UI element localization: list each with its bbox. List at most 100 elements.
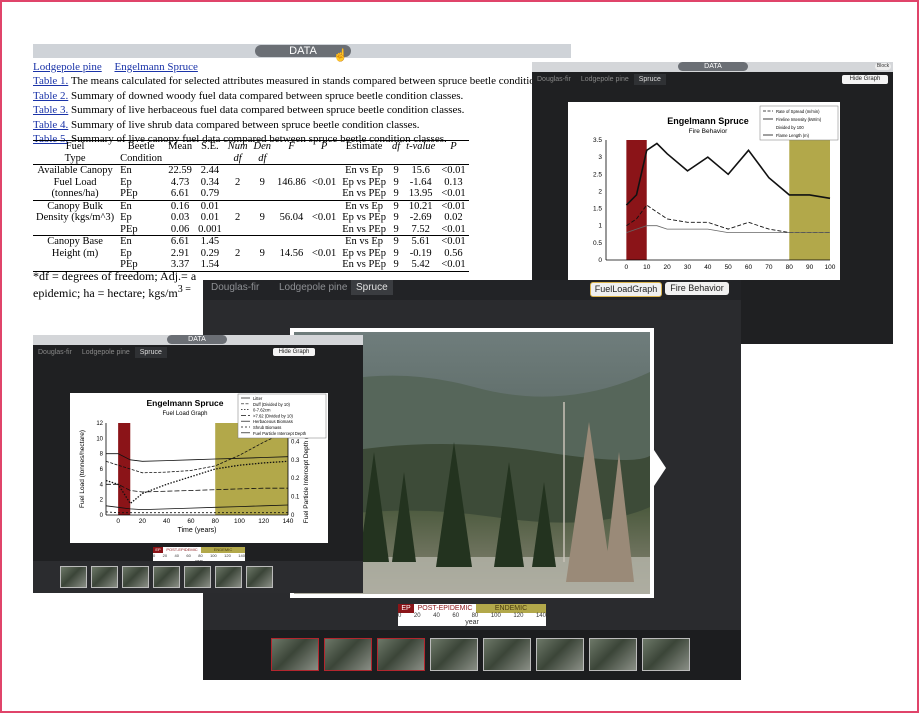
fuel-type-cell: (tonnes/ha): [51, 188, 99, 199]
photo-thumbnail[interactable]: [483, 638, 531, 671]
photo-thumbnail[interactable]: [536, 638, 584, 671]
photo-thumbnail[interactable]: [153, 566, 180, 588]
fuel-type-cell: Canopy Base: [47, 236, 103, 247]
data-tab[interactable]: DATA: [678, 62, 748, 71]
tab-spruce[interactable]: Spruce: [351, 280, 393, 295]
tab-spruce[interactable]: Spruce: [134, 347, 167, 358]
tab-douglas-fir[interactable]: Douglas-fir: [33, 347, 77, 358]
photo-thumbnail[interactable]: [60, 566, 87, 588]
x-tick-label: 50: [725, 264, 733, 271]
mean-cell: 6.61: [170, 188, 190, 199]
table-row: (tonnes/ha) PEp 6.61 0.79 En vs PEp 9 13.95 <0.…: [33, 188, 469, 200]
table-1-link[interactable]: Table 1.: [33, 75, 68, 87]
chart-title: Engelmann Spruce: [667, 116, 749, 126]
fire-behavior-button[interactable]: Fire Behavior: [665, 282, 729, 295]
photo-thumbnail-strip: [203, 630, 741, 680]
x-tick-label: 80: [786, 264, 794, 271]
beetle-condition-cell: En: [120, 200, 132, 212]
num-df-cell: [225, 165, 251, 177]
beetle-condition-cell: PEp: [120, 223, 138, 235]
y-tick-label: 0: [598, 257, 602, 264]
table-list-item: Table 1. The means calculated for select…: [33, 75, 570, 87]
hide-graph-button[interactable]: Hide Graph: [273, 348, 315, 356]
photo-thumbnail[interactable]: [271, 638, 319, 671]
timeline-tick: 140: [535, 613, 546, 619]
tab-spruce[interactable]: Spruce: [633, 74, 666, 85]
x-tick-label: 70: [765, 264, 773, 271]
table-2-link[interactable]: Table 2.: [33, 90, 68, 102]
tvalue-cell: -1.64: [409, 176, 432, 188]
tab-lodgepole-pine[interactable]: Lodgepole pine: [77, 347, 135, 358]
col-p: P: [320, 141, 328, 152]
y-tick-label: 2: [100, 498, 104, 504]
table-3-link[interactable]: Table 3.: [33, 104, 68, 116]
tvalue-cell: 15.6: [411, 165, 430, 176]
mean-cell: 22.59: [168, 165, 192, 176]
table-row: Height (m) Ep 2.91 0.29 2 9 14.56 <0.01 Ep vs PE…: [33, 248, 469, 260]
link-engelmann-spruce[interactable]: Engelmann Spruce: [114, 61, 197, 73]
y-tick-label: 3: [598, 154, 602, 161]
legend-label: Duff (Divided by 10): [253, 402, 291, 407]
photo-thumbnail[interactable]: [324, 638, 372, 671]
df-cell: 9: [393, 259, 399, 270]
photo-thumbnail[interactable]: [215, 566, 242, 588]
table-4-link[interactable]: Table 4.: [33, 119, 68, 131]
window-toolbar: DATA: [33, 335, 363, 345]
legend-label: Herbaceous Biomass: [253, 419, 293, 424]
p-value-cell: <0.01: [441, 223, 466, 235]
p-value-cell: 0.56: [444, 247, 463, 259]
photo-thumbnail[interactable]: [377, 638, 425, 671]
y-tick-label: 10: [96, 436, 103, 442]
y-tick-label: 6: [100, 467, 104, 473]
post-epidemic-band: POST-EPIDEMIC: [163, 547, 201, 553]
species-tabs: Douglas-fir Lodgepole pine Spruce: [532, 74, 666, 87]
x-tick-label: 0: [116, 518, 120, 525]
link-lodgepole-pine[interactable]: Lodgepole pine: [33, 61, 102, 73]
y-tick-label: 0: [100, 513, 104, 519]
y-tick-label: 4: [100, 482, 104, 488]
species-links: Lodgepole pine Engelmann Spruce: [33, 61, 208, 73]
f-cell: 14.56: [279, 247, 304, 259]
data-tab[interactable]: DATA: [167, 335, 227, 344]
tab-lodgepole-pine[interactable]: Lodgepole pine: [279, 282, 347, 293]
legend-label: Shrub Biomass: [253, 425, 281, 430]
p-cell: [309, 188, 339, 200]
beetle-condition-cell: Ep: [120, 176, 132, 188]
p-cell: <0.01: [311, 212, 337, 223]
y-right-tick-label: 0.1: [291, 495, 300, 501]
beetle-condition-cell: Ep: [120, 212, 132, 223]
photo-thumbnail[interactable]: [91, 566, 118, 588]
y-tick-label: 3.5: [593, 137, 602, 144]
block-button[interactable]: Block: [875, 63, 891, 70]
df-cell: 9: [393, 200, 399, 212]
table-row: Canopy Base En 6.61 1.45 En vs Ep 9 5.61 <0.01: [33, 235, 469, 248]
photo-thumbnail[interactable]: [122, 566, 149, 588]
fuel-chart-panel: 0 20 40 60 80 100 120 140 0 2 4 6 8 10 12 0 0.1 0.2 0.3 0.4…: [70, 393, 328, 543]
fuel-load-graph-button[interactable]: FuelLoadGraph: [590, 282, 662, 297]
next-photo-arrow-icon[interactable]: [654, 450, 666, 486]
photo-thumbnail[interactable]: [430, 638, 478, 671]
hide-graph-button[interactable]: Hide Graph: [842, 75, 888, 84]
p-cell: [309, 259, 339, 271]
canopy-fuel-table: Fuel Type Beetle Condition Mean S.E. Num df…: [33, 140, 469, 272]
den-df-cell: [251, 200, 275, 212]
legend-label: 0-7.62cm: [253, 408, 271, 413]
tab-douglas-fir[interactable]: Douglas-fir: [211, 282, 259, 293]
tab-douglas-fir[interactable]: Douglas-fir: [532, 74, 576, 85]
se-cell: 0.29: [200, 247, 220, 259]
photo-thumbnail[interactable]: [642, 638, 690, 671]
data-toolbar: DATA ☝: [33, 44, 571, 62]
beetle-condition-cell: En: [120, 165, 132, 176]
photo-thumbnail[interactable]: [589, 638, 637, 671]
x-tick-label: 100: [825, 264, 836, 271]
timeline-tick: 140: [238, 553, 245, 558]
p-cell: <0.01: [311, 176, 337, 188]
fire-chart-panel: 0 10 20 30 40 50 60 70 80 90 100 0 0.5 1 1.5 2 2.5 3 3.5 En…: [568, 102, 840, 280]
df-cell: 9: [393, 236, 399, 247]
photo-thumbnail[interactable]: [184, 566, 211, 588]
mean-cell: 0.16: [170, 200, 190, 212]
x-tick-label: 60: [745, 264, 753, 271]
tab-lodgepole-pine[interactable]: Lodgepole pine: [576, 74, 634, 85]
timeline-tick: 0: [398, 613, 402, 619]
photo-thumbnail[interactable]: [246, 566, 273, 588]
